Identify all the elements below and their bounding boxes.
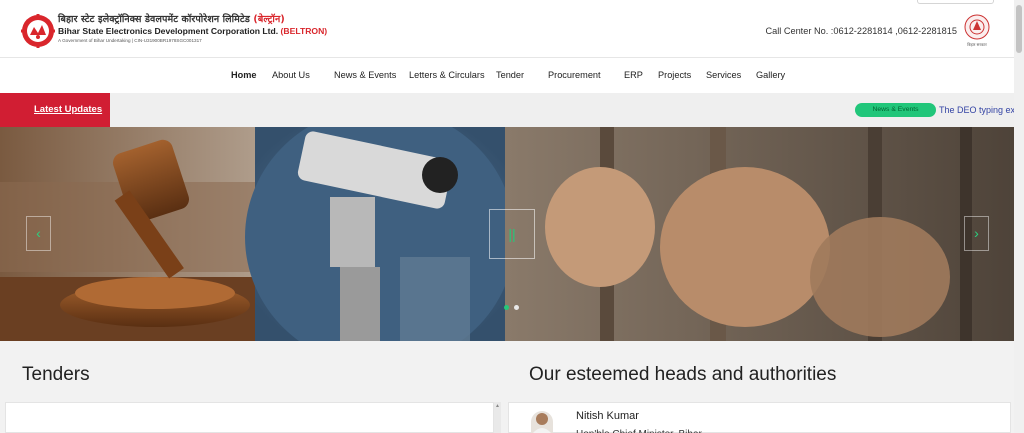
nav-home[interactable]: Home [231,70,257,80]
tenders-panel[interactable] [5,402,494,433]
authority-avatar [531,411,553,433]
latest-updates-link[interactable]: Latest Updates [34,104,102,115]
chevron-right-icon: › [974,225,979,241]
search-box-edge[interactable] [917,0,994,4]
beltron-logo-icon[interactable] [21,14,55,48]
svg-text:बिहार सरकार: बिहार सरकार [967,42,987,47]
news-events-badge[interactable]: News & Events [855,103,936,117]
nav-erp[interactable]: ERP [624,70,643,80]
nav-projects[interactable]: Projects [658,70,691,80]
scroll-up-icon[interactable]: ▲ [495,403,500,409]
main-nav: Home About Us News & Events Letters & Ci… [0,58,1014,93]
pause-icon: || [508,226,516,242]
brand-block: बिहार स्टेट इलेक्ट्रॉनिक्स डेवलपमेंट कॉर… [58,15,327,44]
slider-next-button[interactable]: › [964,216,989,251]
slider-dot-1[interactable] [504,305,509,310]
authority-name: Nitish Kumar [576,410,639,422]
latest-updates-label: Latest Updates [0,93,110,127]
slider-dot-2[interactable] [514,305,519,310]
bihar-emblem-icon: बिहार सरकार [964,14,990,47]
updates-ticker-text[interactable]: The DEO typing exam [939,105,1014,115]
nav-gallery[interactable]: Gallery [756,70,785,80]
slider-prev-button[interactable]: ‹ [26,216,51,251]
brand-english-name: Bihar State Electronics Development Corp… [58,25,328,36]
authorities-title: Our esteemed heads and authorities [529,364,837,385]
page-scrollbar[interactable] [1014,0,1024,433]
tenders-title: Tenders [22,364,90,385]
nav-tender[interactable]: Tender [496,70,524,80]
page: बिहार स्टेट इलेक्ट्रॉनिक्स डेवलपमेंट कॉर… [0,0,1024,433]
authority-role: Hon'ble Chief Minister, Bihar [576,429,702,433]
nav-letters-circulars[interactable]: Letters & Circulars [409,70,485,80]
nav-services[interactable]: Services [706,70,741,80]
brand-hindi-name: बिहार स्टेट इलेक्ट्रॉनिक्स डेवलपमेंट कॉर… [58,14,285,25]
call-center-number: Call Center No. :0612-2281814 ,0612-2281… [765,26,957,36]
site-header: बिहार स्टेट इलेक्ट्रॉनिक्स डेवलपमेंट कॉर… [0,0,1014,58]
tenders-panel-scrollbar[interactable]: ▲ [494,402,501,433]
chevron-left-icon: ‹ [36,225,41,241]
page-scrollbar-thumb[interactable] [1016,5,1022,53]
brand-subtitle: A Government of Bihar Undertaking | CIN-… [58,37,202,43]
slider-pause-button[interactable]: || [489,209,535,259]
nav-news-events[interactable]: News & Events [334,70,396,80]
nav-about-us[interactable]: About Us [272,70,310,80]
nav-procurement[interactable]: Procurement [548,70,601,80]
hero-slider: ‹ › || [0,127,1014,341]
